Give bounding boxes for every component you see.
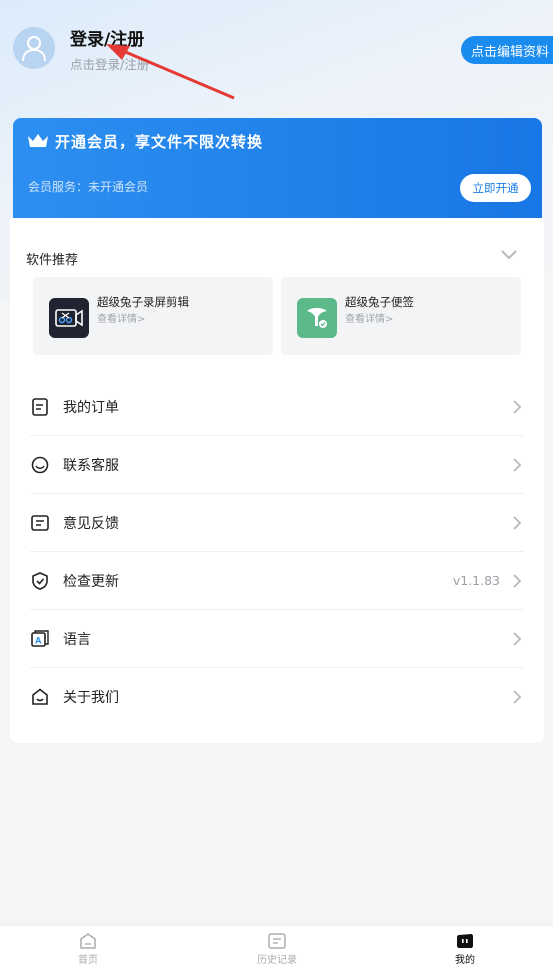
menu-label: 联系客服 [63,457,119,474]
svg-text:A: A [35,635,42,645]
nav-label: 首页 [78,955,98,966]
nav-profile[interactable]: 我的 [435,933,495,966]
app-detail-link[interactable]: 查看详情> [97,310,145,325]
menu-item-language[interactable]: A 语言 [30,610,524,668]
menu-item-orders[interactable]: 我的订单 [30,378,524,436]
vip-title: 开通会员，享文件不限次转换 [55,133,264,151]
bottom-nav: 首页 历史记录 我的 [0,925,553,971]
nav-home[interactable]: 首页 [58,933,118,966]
app-name: 超级兔子录屏剪辑 [97,295,189,309]
language-icon: A [30,629,50,649]
menu-label: 检查更新 [63,573,119,590]
user-icon [22,36,46,62]
notes-icon [297,298,337,338]
vip-status: 会员服务：未开通会员 [28,180,149,194]
customer-service-icon [30,455,50,475]
menu-label: 语言 [63,631,91,648]
chevron-right-icon [513,574,522,588]
chevron-down-icon[interactable] [500,249,518,261]
feedback-icon [30,513,50,533]
app-tile-notes[interactable]: 超级兔子便签 查看详情> [281,277,521,355]
menu-item-feedback[interactable]: 意见反馈 [30,494,524,552]
menu-item-check-update[interactable]: 检查更新 v1.1.83 [30,552,524,610]
app-detail-link[interactable]: 查看详情> [345,310,393,325]
nav-history[interactable]: 历史记录 [247,933,307,966]
annotation-arrow-icon [106,44,235,100]
nav-label: 历史记录 [257,955,297,966]
app-tile-screen-recorder[interactable]: 超级兔子录屏剪辑 查看详情> [33,277,273,355]
nav-label: 我的 [455,955,475,966]
chevron-right-icon [513,400,522,414]
chevron-right-icon [513,632,522,646]
recommend-title: 软件推荐 [26,253,79,268]
app-name: 超级兔子便签 [345,295,414,309]
profile-icon [457,934,473,948]
avatar[interactable] [13,27,55,69]
activate-vip-button[interactable]: 立即开通 [460,174,531,202]
version-value: v1.1.83 [452,573,500,588]
chevron-right-icon [513,516,522,530]
history-icon [268,933,286,949]
menu-label: 我的订单 [63,399,119,416]
about-icon [30,687,50,707]
menu-item-about[interactable]: 关于我们 [30,668,524,726]
menu-label: 意见反馈 [63,515,119,532]
home-icon [80,933,96,949]
chevron-right-icon [513,458,522,472]
order-icon [30,397,50,417]
edit-profile-button[interactable]: 点击编辑资料 [461,36,553,64]
screen-recorder-icon [49,298,89,338]
menu-label: 关于我们 [63,690,119,706]
chevron-right-icon [513,690,522,704]
menu-item-customer-service[interactable]: 联系客服 [30,436,524,494]
update-icon [30,571,50,591]
crown-icon [28,134,48,147]
profile-card: 软件推荐 超级兔子录屏剪辑 查看详情> 超级兔子便签 查看详情> 我的订单 联系… [10,218,544,743]
settings-menu: 我的订单 联系客服 意见反馈 检查更新 v1.1.83 A 语言 关于我们 [30,378,524,726]
vip-banner: 开通会员，享文件不限次转换 会员服务：未开通会员 立即开通 [13,118,542,218]
